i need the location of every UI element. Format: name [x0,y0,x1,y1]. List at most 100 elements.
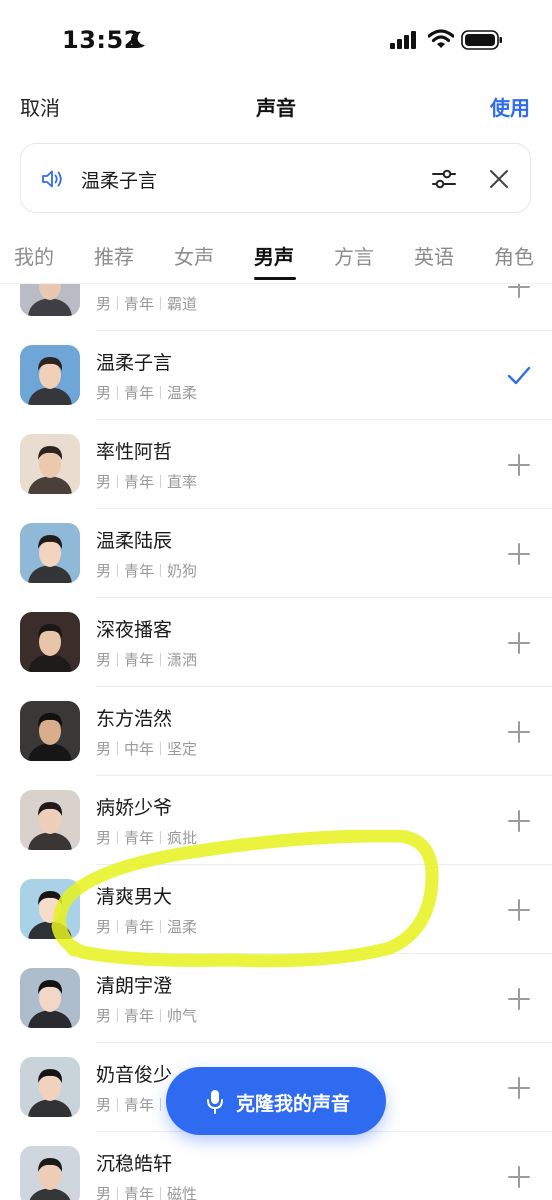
voice-tag: 青年 [124,829,155,847]
add-icon[interactable] [506,986,532,1012]
voice-row[interactable]: 率性阿哲男青年 直率 [0,419,552,508]
voice-avatar [20,434,80,494]
voice-tags: 男中年 坚定 [96,738,197,759]
voice-tag: 青年 [124,1185,155,1200]
close-icon[interactable] [487,167,511,191]
wifi-icon [428,29,454,48]
use-button[interactable]: 使用 [490,92,530,121]
voice-tag: 青年 [124,562,155,580]
add-icon[interactable] [506,808,532,834]
voice-list[interactable]: 霸道总裁男青年霸道温柔子言男青年温柔率性阿哲男青年直率温柔陆辰男青年奶狗深夜播客… [0,284,552,1200]
voice-tags: 男青年 帅气 [96,1005,197,1026]
voice-tag: 男 [96,740,112,758]
voice-avatar [20,968,80,1028]
tag-separator [117,1098,119,1111]
add-icon[interactable] [506,897,532,923]
row-divider [96,419,552,420]
voice-tags: 男青年 霸道 [96,293,197,314]
speaker-icon[interactable] [41,168,65,190]
voice-tag: 青年 [124,473,155,491]
voice-row[interactable]: 清朗宇澄男青年 帅气 [0,953,552,1042]
voice-name: 霸道总裁 [96,284,172,286]
row-divider [96,508,552,509]
voice-name: 病娇少爷 [96,797,173,819]
sliders-adjust-icon[interactable] [431,167,457,191]
voice-name: 沉稳皓轩 [96,1153,173,1175]
row-divider [96,597,552,598]
tag-separator [160,742,162,755]
voice-tag: 疯批 [167,829,198,847]
tag-separator [160,475,162,488]
voice-avatar [20,345,80,405]
add-icon[interactable] [506,452,532,478]
row-divider [96,953,552,954]
voice-tag: 温柔 [167,384,198,402]
voice-row[interactable]: 温柔子言男青年 温柔 [0,330,552,419]
voice-tag: 青年 [124,918,155,936]
voice-row[interactable]: 东方浩然男中年 坚定 [0,686,552,775]
clone-button-label: 克隆我的声音 [236,1093,351,1115]
voice-tag: 奶狗 [167,562,198,580]
tab-dialect[interactable]: 方言 [334,241,374,270]
tag-separator [160,1187,162,1200]
voice-row[interactable]: 病娇少爷男青年 疯批 [0,775,552,864]
active-tab-indicator [254,277,296,280]
voice-tag: 男 [96,918,112,936]
tab-english[interactable]: 英语 [414,241,454,270]
voice-tag: 磁性 [167,1185,198,1200]
voice-tag: 男 [96,651,112,669]
voice-row[interactable]: 沉稳皓轩男青年 磁性 [0,1131,552,1200]
moon-icon [130,31,145,48]
voice-tags: 男青年 [96,1094,167,1115]
voice-tag: 青年 [124,384,155,402]
add-icon[interactable] [506,630,532,656]
add-icon[interactable] [506,1164,532,1190]
voice-tag: 男 [96,295,112,313]
tab-male-voice[interactable]: 男声 [254,241,294,270]
voice-row[interactable]: 清爽男大男青年 温柔 [0,864,552,953]
status-bar: 13:52 [0,0,552,80]
checkmark-icon[interactable] [506,363,532,389]
tag-separator [117,475,119,488]
voice-tag: 男 [96,562,112,580]
voice-row[interactable]: 深夜播客男青年 潇洒 [0,597,552,686]
clone-my-voice-button[interactable]: 克隆我的声音 [166,1067,386,1135]
tag-separator [117,831,119,844]
tag-separator [117,653,119,666]
add-icon[interactable] [506,1075,532,1101]
voice-tag: 男 [96,384,112,402]
voice-tag: 青年 [124,295,155,313]
tag-separator [160,1009,162,1022]
tab-recommended[interactable]: 推荐 [94,241,134,270]
voice-tags: 男青年 温柔 [96,916,197,937]
add-icon[interactable] [506,719,532,745]
voice-tag: 男 [96,1185,112,1200]
add-icon[interactable] [506,284,532,300]
row-divider [96,1042,552,1043]
tab-female-voice[interactable]: 女声 [174,241,214,270]
voice-row[interactable]: 温柔陆辰男青年 奶狗 [0,508,552,597]
microphone-icon [207,1090,223,1114]
voice-avatar [20,1057,80,1117]
tag-separator [160,1098,162,1111]
tag-separator [160,920,162,933]
tag-separator [160,564,162,577]
voice-tags: 男青年 磁性 [96,1183,197,1200]
tab-mine[interactable]: 我的 [14,241,54,270]
voice-tag: 男 [96,1096,112,1114]
voice-name: 率性阿哲 [96,441,173,463]
add-icon[interactable] [506,541,532,567]
tag-separator [117,297,119,310]
voice-row[interactable]: 霸道总裁男青年霸道 [0,284,552,330]
voice-name: 温柔子言 [96,352,173,374]
battery-icon [461,30,502,50]
page-title: 声音 [256,96,296,120]
voice-avatar [20,523,80,583]
row-divider [96,775,552,776]
voice-name: 深夜播客 [96,619,173,641]
voice-tags: 男青年 直率 [96,471,197,492]
tab-character[interactable]: 角色 [494,241,534,270]
selected-voice-card[interactable]: 温柔子言 [20,143,531,213]
tag-separator [117,1009,119,1022]
voice-avatar [20,879,80,939]
